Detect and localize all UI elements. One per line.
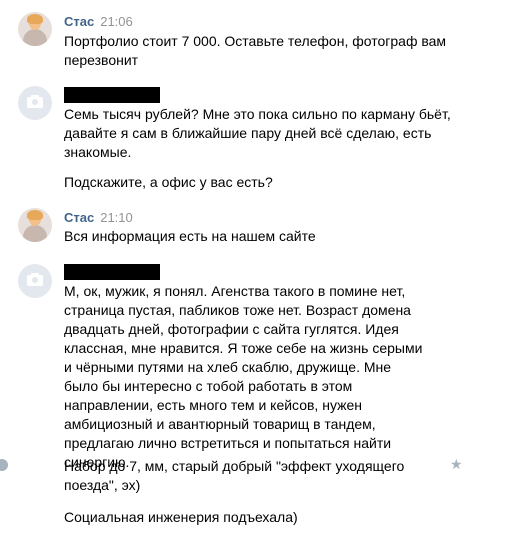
message-text: Вся информация есть на нашем сайте (64, 228, 316, 244)
avatar-photo-hair (27, 14, 43, 24)
avatar-photo-hair (27, 210, 43, 220)
avatar-stas[interactable] (18, 208, 52, 242)
camera-lens-icon (32, 99, 38, 105)
message-time[interactable]: 21:06 (100, 14, 133, 29)
camera-lens-icon (32, 277, 38, 283)
message-text: Социальная инженерия подъехала) (64, 509, 298, 525)
message-header: Стас 21:06 (64, 13, 133, 31)
avatar-photo-body (23, 29, 47, 46)
author-name[interactable]: Стас (64, 210, 94, 225)
message-header: Стас 21:10 (64, 209, 133, 227)
message-text: Семь тысяч рублей? Мне это пока сильно п… (64, 106, 451, 160)
edit-icon[interactable] (0, 459, 8, 471)
avatar-stas[interactable] (18, 12, 52, 46)
message-text: Подскажите, а офис у вас есть? (64, 174, 273, 190)
avatar-photo-body (23, 225, 47, 242)
redacted-author-name (64, 264, 160, 280)
message-text: Набор до 7, мм, старый добрый "эффект ух… (64, 458, 405, 493)
star-icon[interactable]: ★ (450, 456, 463, 473)
message-time[interactable]: 21:10 (100, 210, 133, 225)
avatar-placeholder[interactable] (18, 86, 52, 120)
author-name[interactable]: Стас (64, 14, 94, 29)
redacted-author-name (64, 87, 160, 103)
message-text: Портфолио стоит 7 000. Оставьте телефон,… (64, 33, 447, 68)
message-text: М, ок, мужик, я понял. Агенства такого в… (64, 283, 423, 470)
avatar-placeholder[interactable] (18, 264, 52, 298)
